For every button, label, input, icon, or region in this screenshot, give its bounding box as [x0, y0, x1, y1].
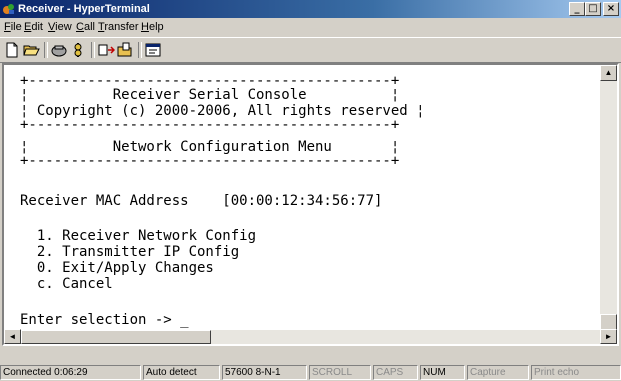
status-print-echo: Print echo	[531, 365, 621, 380]
horizontal-scroll-thumb[interactable]	[21, 330, 211, 344]
receive-icon[interactable]	[116, 41, 134, 59]
status-detect: Auto detect	[143, 365, 220, 380]
terminal-screen[interactable]: +---------------------------------------…	[4, 65, 600, 330]
properties-icon[interactable]	[144, 41, 162, 59]
terminal-line: Receiver MAC Address [00:00:12:34:56:77]	[20, 193, 383, 209]
status-connected: Connected 0:06:29	[0, 365, 141, 380]
terminal-line: 2. Transmitter IP Config	[20, 244, 240, 260]
scroll-up-button[interactable]: ▲	[600, 65, 617, 81]
minimize-button[interactable]: _	[569, 2, 585, 16]
horizontal-scrollbar[interactable]: ◄	[4, 329, 600, 344]
maximize-button[interactable]: □	[585, 2, 601, 16]
disconnect-icon[interactable]	[50, 41, 68, 59]
status-capture: Capture	[467, 365, 529, 380]
terminal-line: c. Cancel	[20, 276, 113, 292]
close-button[interactable]: ×	[603, 2, 619, 16]
vertical-scrollbar[interactable]: ▲	[600, 65, 617, 330]
status-caps: CAPS	[373, 365, 418, 380]
connect-icon[interactable]	[69, 41, 87, 59]
scroll-right-button[interactable]: ►	[600, 329, 617, 344]
new-icon[interactable]	[3, 41, 21, 59]
status-bar: Connected 0:06:29 Auto detect 57600 8-N-…	[0, 364, 621, 381]
menu-view[interactable]: View	[48, 21, 72, 34]
menu-call[interactable]: Call	[76, 21, 95, 34]
send-icon[interactable]	[97, 41, 115, 59]
terminal-line: ¦ Receiver Serial Console ¦	[20, 87, 400, 103]
menu-transfer[interactable]: Transfer	[98, 21, 139, 34]
title-bar[interactable]: Receiver - HyperTerminal _ □ ×	[0, 0, 621, 18]
hyperterminal-app-icon	[3, 4, 14, 14]
toolbar	[0, 37, 621, 63]
terminal-frame: +---------------------------------------…	[2, 63, 619, 346]
status-num: NUM	[420, 365, 465, 380]
menu-bar: File Edit View Call Transfer Help	[0, 19, 621, 36]
terminal-line: 1. Receiver Network Config	[20, 228, 257, 244]
window-title: Receiver - HyperTerminal	[18, 3, 150, 15]
menu-help[interactable]: Help	[141, 21, 164, 34]
terminal-line: +---------------------------------------…	[20, 117, 400, 133]
terminal-prompt: Enter selection -> _	[20, 312, 189, 328]
vertical-scroll-thumb[interactable]	[600, 314, 617, 330]
scroll-corner: ►	[600, 329, 617, 344]
status-port: 57600 8-N-1	[222, 365, 307, 380]
terminal-line: +---------------------------------------…	[20, 153, 400, 169]
scroll-left-button[interactable]: ◄	[4, 329, 21, 344]
terminal-line: 0. Exit/Apply Changes	[20, 260, 214, 276]
menu-file[interactable]: File	[4, 21, 22, 34]
open-icon[interactable]	[22, 41, 40, 59]
menu-edit[interactable]: Edit	[24, 21, 43, 34]
status-scroll: SCROLL	[309, 365, 371, 380]
